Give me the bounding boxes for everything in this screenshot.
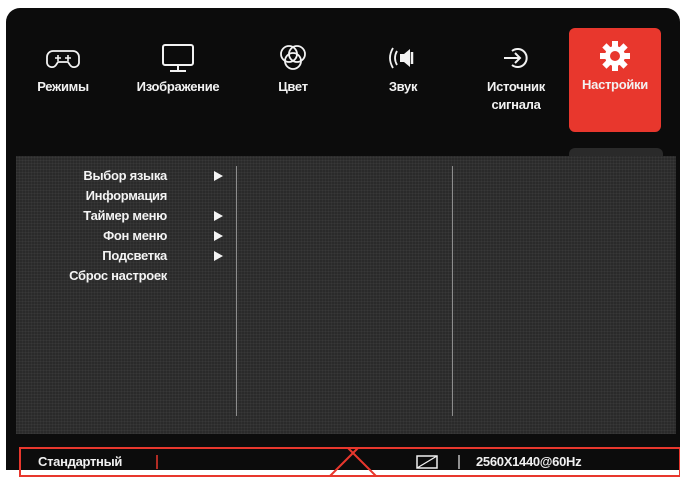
gamepad-icon <box>46 50 80 68</box>
menu-item-information[interactable]: Информация <box>16 186 231 206</box>
current-mode: Стандартный <box>38 454 123 469</box>
tab-sound[interactable]: Звук <box>356 28 450 136</box>
input-source-icon <box>504 48 528 68</box>
submenu-arrow-icon <box>214 251 223 261</box>
menu-item-reset-settings[interactable]: Сброс настроек <box>16 266 231 286</box>
tab-modes[interactable]: Режимы <box>16 28 110 136</box>
speaker-icon <box>389 47 414 69</box>
tab-input-source[interactable]: Источник сигнала <box>466 28 566 136</box>
osd-window: Режимы Изображение Цвет Звук Источник си… <box>6 8 680 477</box>
tab-label: Источник сигнала <box>487 79 545 112</box>
status-bar: Стандартный 2560X1440@60Hz <box>18 446 680 478</box>
submenu-arrow-icon <box>214 231 223 241</box>
tab-label: Звук <box>388 79 418 94</box>
menu-item-language[interactable]: Выбор языка <box>16 166 231 186</box>
tab-settings[interactable]: Настройки <box>569 28 661 132</box>
gear-icon <box>600 41 630 71</box>
tab-label: Настройки <box>582 77 648 92</box>
tab-label: Цвет <box>278 79 308 94</box>
color-circles-icon <box>280 45 306 70</box>
column-divider <box>452 166 453 416</box>
menu-item-menu-timer[interactable]: Таймер меню <box>16 206 231 226</box>
tab-label: Изображение <box>136 79 220 94</box>
tab-image[interactable]: Изображение <box>126 28 230 136</box>
monitor-icon <box>162 44 194 72</box>
aspect-ratio-icon <box>416 455 438 469</box>
resolution-readout: 2560X1440@60Hz <box>476 454 582 469</box>
settings-menu: Выбор языка Информация Таймер меню Фон м… <box>16 166 231 286</box>
tab-color[interactable]: Цвет <box>246 28 340 136</box>
tab-bar: Режимы Изображение Цвет Звук Источник си… <box>16 28 676 144</box>
submenu-arrow-icon <box>214 171 223 181</box>
submenu-arrow-icon <box>214 211 223 221</box>
menu-item-backlight[interactable]: Подсветка <box>16 246 231 266</box>
tab-label: Режимы <box>37 79 89 94</box>
column-divider <box>236 166 237 416</box>
settings-panel: Выбор языка Информация Таймер меню Фон м… <box>16 156 676 434</box>
menu-item-menu-background[interactable]: Фон меню <box>16 226 231 246</box>
